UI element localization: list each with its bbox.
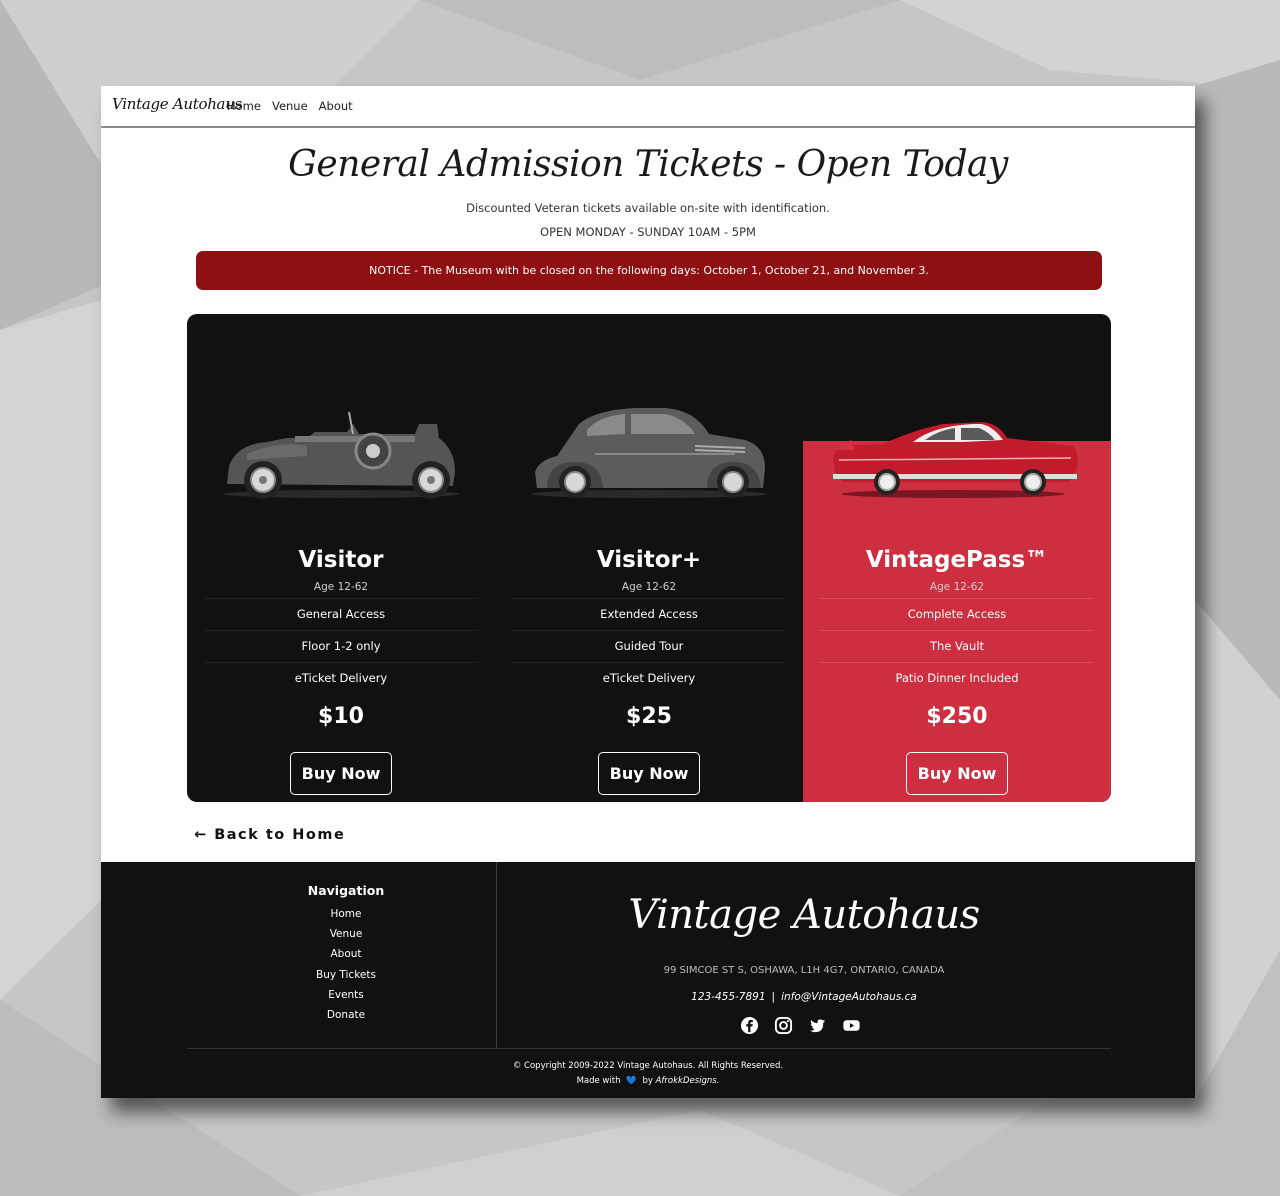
page-title: General Admission Tickets - Open Today <box>288 144 1008 185</box>
plan-name: VintagePass™ <box>865 547 1049 573</box>
buy-now-button-visitor[interactable]: Buy Now <box>290 752 392 795</box>
footer-email[interactable]: info@VintageAutohaus.ca <box>781 991 917 1003</box>
opening-hours: OPEN MONDAY - SUNDAY 10AM - 5PM <box>540 225 756 239</box>
footer-link-events[interactable]: Events <box>246 989 446 1009</box>
social-links <box>740 1016 861 1035</box>
feature-item: eTicket Delivery <box>512 662 786 694</box>
footer-link-buy-tickets[interactable]: Buy Tickets <box>246 969 446 989</box>
footer-bottom-divider <box>187 1048 1111 1049</box>
footer-brand-logo: Vintage Autohaus <box>628 892 980 938</box>
nav-home-link[interactable]: Home <box>227 99 261 113</box>
pricing-panel: Visitor Age 12-62 General Access Floor 1… <box>187 314 1111 802</box>
heart-icon: 💙 <box>626 1076 637 1086</box>
plan-card-visitor: Visitor Age 12-62 General Access Floor 1… <box>187 314 495 802</box>
feature-item: eTicket Delivery <box>204 662 478 694</box>
browser-page: Vintage Autohaus Home Venue About Genera… <box>101 86 1195 1098</box>
feature-item: Patio Dinner Included <box>820 662 1094 694</box>
closure-notice: NOTICE - The Museum with be closed on th… <box>196 251 1102 290</box>
top-navbar: Vintage Autohaus Home Venue About <box>101 86 1195 128</box>
footer-link-home[interactable]: Home <box>246 908 446 928</box>
site-footer: Navigation Home Venue About Buy Tickets … <box>101 862 1195 1098</box>
plan-card-visitor-plus: Visitor+ Age 12-62 Extended Access Guide… <box>495 314 803 802</box>
youtube-icon[interactable] <box>842 1016 861 1035</box>
made-with-by: by <box>642 1076 653 1086</box>
instagram-icon[interactable] <box>774 1016 793 1035</box>
plan-age: Age 12-62 <box>929 581 985 593</box>
back-to-home-link[interactable]: ← Back to Home <box>194 827 345 843</box>
plan-price: $10 <box>318 704 364 729</box>
feature-item: General Access <box>204 598 478 630</box>
footer-divider <box>496 862 497 1048</box>
facebook-icon[interactable] <box>740 1016 759 1035</box>
twitter-icon[interactable] <box>808 1016 827 1035</box>
author-credit[interactable]: AfrokkDesigns. <box>656 1076 720 1086</box>
feature-list: General Access Floor 1-2 only eTicket De… <box>204 598 478 694</box>
contact-separator: | <box>771 991 776 1003</box>
plan-name: Visitor+ <box>596 547 702 573</box>
nav-links: Home Venue About <box>227 99 353 113</box>
vintage-roadster-icon <box>223 411 459 499</box>
feature-item: The Vault <box>820 630 1094 662</box>
feature-item: Extended Access <box>512 598 786 630</box>
plan-name: Visitor <box>298 547 384 573</box>
plan-age: Age 12-62 <box>621 581 677 593</box>
copyright-text: © Copyright 2009-2022 Vintage Autohaus. … <box>512 1061 784 1071</box>
buy-now-button-vintagepass[interactable]: Buy Now <box>906 752 1008 795</box>
footer-address: 99 SIMCOE ST S, OSHAWA, L1H 4G7, ONTARIO… <box>663 965 945 976</box>
footer-phone[interactable]: 123-455-7891 <box>691 991 765 1003</box>
footer-link-venue[interactable]: Venue <box>246 928 446 948</box>
feature-list: Extended Access Guided Tour eTicket Deli… <box>512 598 786 694</box>
feature-list: Complete Access The Vault Patio Dinner I… <box>820 598 1094 694</box>
nav-venue-link[interactable]: Venue <box>272 99 308 113</box>
footer-nav: Home Venue About Buy Tickets Events Dona… <box>246 908 446 1029</box>
plan-card-vintagepass: VintagePass™ Age 12-62 Complete Access T… <box>803 314 1111 802</box>
feature-item: Complete Access <box>820 598 1094 630</box>
vintage-sedan-icon <box>531 408 767 498</box>
footer-contact: 123-455-7891 | info@VintageAutohaus.ca <box>497 991 1111 1003</box>
plan-age: Age 12-62 <box>313 581 369 593</box>
footer-nav-title: Navigation <box>307 883 385 898</box>
footer-link-about[interactable]: About <box>246 948 446 968</box>
made-with-credit: Made with 💙 by AfrokkDesigns. <box>101 1076 1195 1086</box>
veteran-note: Discounted Veteran tickets available on-… <box>466 201 830 215</box>
nav-about-link[interactable]: About <box>319 99 353 113</box>
classic-cadillac-icon <box>833 422 1078 498</box>
brand-logo[interactable]: Vintage Autohaus <box>112 95 242 113</box>
feature-item: Guided Tour <box>512 630 786 662</box>
plan-price: $25 <box>626 704 672 729</box>
buy-now-button-visitor-plus[interactable]: Buy Now <box>598 752 700 795</box>
feature-item: Floor 1-2 only <box>204 630 478 662</box>
made-with-prefix: Made with <box>576 1076 621 1086</box>
plan-price: $250 <box>926 704 988 729</box>
footer-link-donate[interactable]: Donate <box>246 1009 446 1029</box>
